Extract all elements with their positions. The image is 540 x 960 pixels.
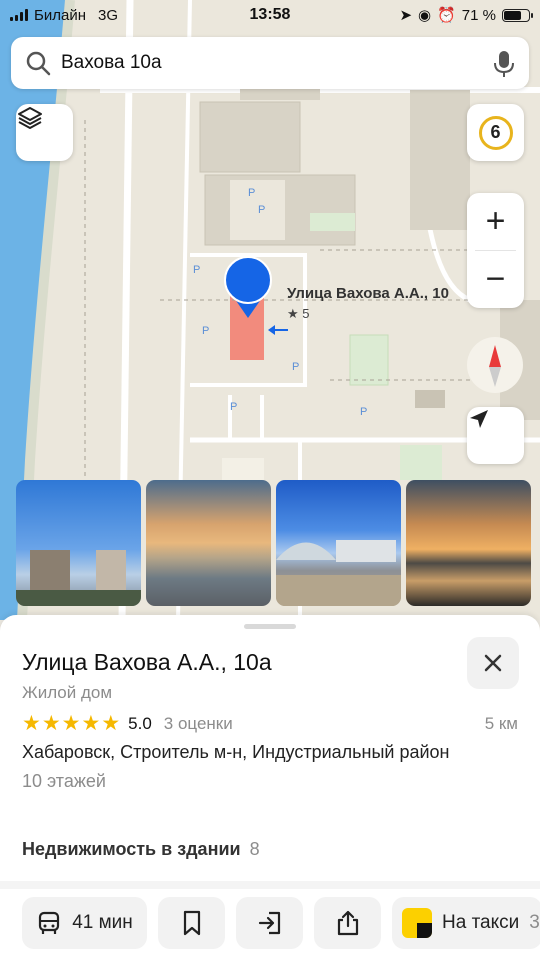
photo-carousel[interactable]: [16, 480, 540, 606]
traffic-button[interactable]: 6: [467, 104, 524, 161]
enter-icon: [258, 911, 280, 935]
zoom-in-button[interactable]: +: [467, 193, 524, 250]
star-icon: ★: [81, 712, 101, 735]
map-view[interactable]: PPPPPPP Улица Вахова А.А., 10 ★ 5 6 + −: [0, 0, 540, 620]
place-title: Улица Вахова А.А., 10а: [22, 649, 272, 675]
share-button[interactable]: [314, 897, 381, 949]
rating-row[interactable]: ★ ★ ★ ★ ★ 5.0 3 оценки 5 км: [22, 713, 520, 735]
bookmark-icon: [183, 910, 200, 936]
my-location-button[interactable]: [467, 407, 524, 464]
place-category: Жилой дом: [22, 683, 113, 702]
location-services-icon: ➤: [399, 7, 413, 24]
realty-count: 8: [249, 839, 260, 859]
star-icon: ★: [61, 712, 81, 735]
sheet-handle[interactable]: [244, 624, 296, 629]
rating-count[interactable]: 3 оценки: [164, 714, 233, 734]
share-icon: [337, 910, 358, 936]
taxi-button[interactable]: На такси 3: [392, 897, 540, 949]
battery-percent: 71 %: [461, 6, 496, 24]
close-button[interactable]: [467, 637, 519, 689]
taxi-label: На такси: [442, 912, 520, 933]
rating-value: 5.0: [128, 714, 152, 733]
star-icon: ★: [41, 712, 61, 735]
parking-label: P: [193, 264, 200, 276]
close-icon: [484, 654, 502, 672]
alarm-icon: ⏰: [437, 7, 456, 24]
map-place-rating: ★ 5: [287, 306, 310, 321]
taxi-extra: 3: [529, 912, 540, 933]
realty-label: Недвижимость в здании: [22, 839, 241, 859]
distance: 5 км: [484, 714, 518, 733]
route-time: 41 мин: [72, 912, 133, 933]
photo-thumbnail[interactable]: [406, 480, 531, 606]
taxi-logo-icon: [402, 908, 432, 938]
search-icon: [26, 51, 51, 76]
place-address: Хабаровск, Строитель м-н, Индустриальный…: [22, 742, 450, 762]
entrance-button[interactable]: [236, 897, 303, 949]
parking-label: P: [292, 361, 299, 373]
layers-icon: [18, 107, 42, 129]
parking-label: P: [248, 187, 255, 199]
parking-label: P: [258, 204, 265, 216]
layers-button[interactable]: [16, 104, 73, 161]
microphone-icon[interactable]: [493, 50, 515, 78]
compass-button[interactable]: [467, 337, 524, 394]
route-button[interactable]: 41 мин: [22, 897, 147, 949]
star-icon: ★: [22, 712, 41, 735]
search-bar[interactable]: [11, 37, 529, 89]
map-place-label[interactable]: Улица Вахова А.А., 10: [287, 285, 449, 302]
zoom-out-button[interactable]: −: [467, 251, 524, 308]
battery-icon: [502, 8, 533, 22]
status-bar: Билайн 3G 13:58 ➤ ◉ ⏰ 71 %: [0, 0, 540, 30]
rating-stars: ★ ★ ★ ★ ★: [22, 712, 121, 735]
place-card: Улица Вахова А.А., 10а Жилой дом ★ ★ ★ ★…: [0, 615, 540, 960]
orientation-lock-icon: ◉: [418, 7, 432, 24]
parking-label: P: [230, 401, 237, 413]
divider: [0, 881, 540, 889]
search-input[interactable]: [61, 47, 481, 79]
action-bar: 41 мин На такси 3: [22, 897, 540, 951]
traffic-level-badge: 6: [478, 115, 513, 150]
floors-count: 10 этажей: [22, 771, 106, 791]
photo-thumbnail[interactable]: [146, 480, 271, 606]
photo-thumbnail[interactable]: [16, 480, 141, 606]
star-icon: ★: [101, 712, 121, 735]
bus-icon: [39, 911, 60, 934]
photo-thumbnail[interactable]: [276, 480, 401, 606]
navigation-arrow-icon: [470, 410, 488, 428]
zoom-control: + −: [467, 193, 524, 308]
parking-label: P: [360, 406, 367, 418]
realty-in-building[interactable]: Недвижимость в здании 8: [22, 839, 260, 860]
parking-label: P: [202, 325, 209, 337]
bookmark-button[interactable]: [158, 897, 225, 949]
